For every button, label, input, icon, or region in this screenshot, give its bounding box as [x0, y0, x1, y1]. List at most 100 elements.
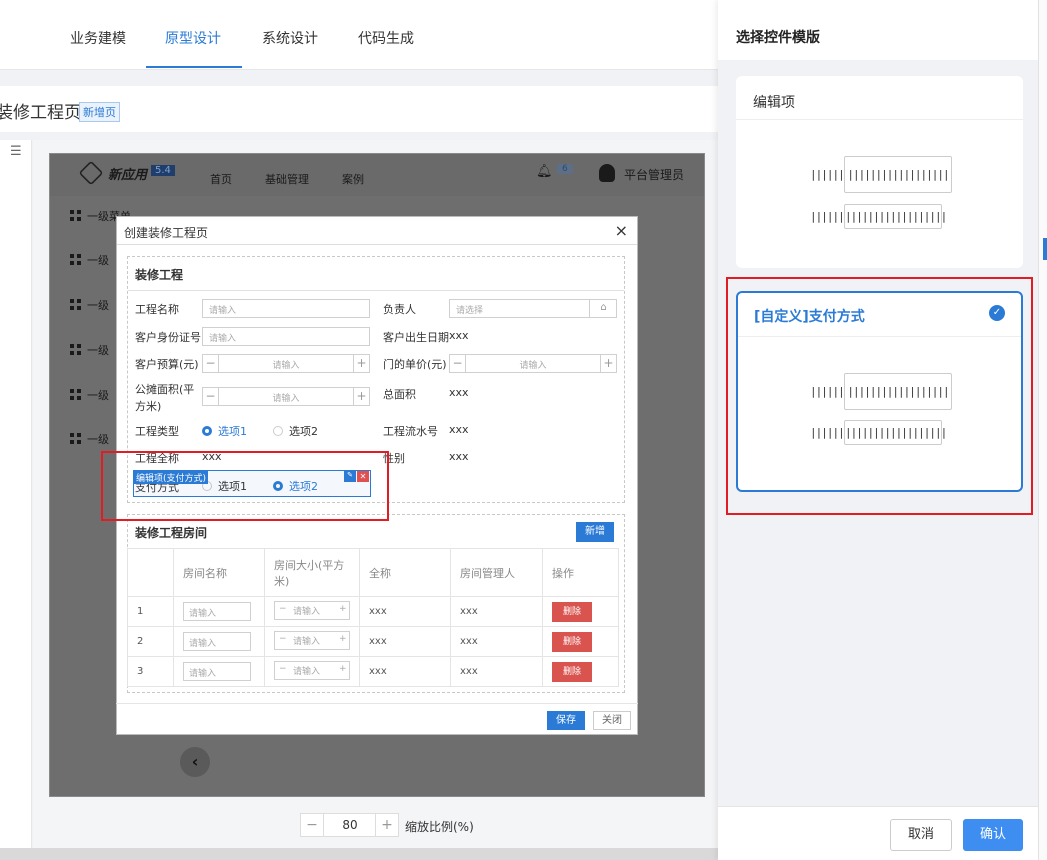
avatar[interactable] — [599, 164, 615, 182]
field-label: 客户预算(元) — [135, 358, 199, 371]
column-header: 房间名称 — [173, 548, 265, 597]
tab-business-modeling[interactable]: 业务建模 — [70, 28, 126, 48]
grid-icon — [70, 210, 81, 221]
radio-checked-icon — [202, 426, 212, 436]
preview-label-placeholder: |||||| — [810, 210, 845, 223]
outline-sidebar: ☰ — [0, 140, 32, 848]
preview-menu-item[interactable]: 一级 — [70, 342, 109, 358]
field-value: xxx — [449, 329, 469, 342]
plus-icon[interactable]: + — [339, 664, 347, 674]
delete-row-button[interactable]: 删除 — [552, 661, 592, 682]
table-header-row: 房间名称 房间大小(平方米) 全称 房间管理人 操作 — [127, 548, 619, 597]
type-radio-option1[interactable]: 选项1 — [202, 423, 247, 439]
room-size-stepper[interactable]: − 请输入 + — [274, 600, 350, 620]
user-name[interactable]: 平台管理员 — [624, 166, 684, 183]
template-picker-panel: 选择控件模版 编辑项 |||||| |||||||||||||||||| |||… — [718, 0, 1038, 860]
cell-fullname: xxx — [359, 626, 451, 657]
field-label: 客户身份证号 — [135, 331, 201, 344]
cancel-button[interactable]: 取消 — [890, 819, 952, 851]
plus-icon[interactable]: + — [600, 355, 616, 372]
field-value: xxx — [449, 450, 469, 463]
field-label: 门的单价(元) — [383, 358, 447, 371]
row-index: 1 — [127, 596, 174, 627]
room-name-input[interactable]: 请输入 — [183, 602, 251, 621]
room-name-input[interactable]: 请输入 — [183, 662, 251, 681]
right-edge-strip — [1038, 0, 1047, 860]
section-title: 装修工程 — [135, 268, 184, 282]
radio-unchecked-icon — [273, 426, 283, 436]
cell-fullname: xxx — [359, 656, 451, 687]
confirm-button[interactable]: 确认 — [963, 819, 1023, 851]
row-index: 3 — [127, 656, 174, 687]
field-label: 客户出生日期 — [383, 331, 449, 344]
close-button[interactable]: 关闭 — [593, 711, 631, 730]
preview-menu-item[interactable]: 一级 — [70, 297, 109, 313]
preview-menu-item[interactable]: 一级 — [70, 252, 109, 268]
page-title: 装修工程页 — [0, 103, 81, 123]
room-size-stepper[interactable]: − 请输入 + — [274, 630, 350, 650]
active-tab-indicator — [146, 66, 242, 68]
field-label: 方米) — [135, 400, 162, 413]
zoom-out-button[interactable]: − — [300, 813, 324, 837]
minus-icon[interactable]: − — [279, 604, 287, 614]
preview-nav-home[interactable]: 首页 — [210, 171, 232, 187]
field-label: 总面积 — [383, 388, 416, 401]
app-name: 新应用 — [108, 168, 148, 183]
plus-icon[interactable]: + — [339, 604, 347, 614]
column-header: 操作 — [542, 548, 619, 597]
preview-nav-cases[interactable]: 案例 — [342, 171, 364, 187]
shared-area-stepper[interactable]: − 请输入 + — [202, 387, 370, 406]
add-room-button[interactable]: 新增 — [576, 522, 614, 542]
delete-row-button[interactable]: 删除 — [552, 631, 592, 652]
collapse-sidebar-button[interactable]: ‹ — [180, 747, 210, 777]
preview-nav-basic[interactable]: 基础管理 — [265, 171, 309, 187]
field-label: 负责人 — [383, 303, 416, 316]
plus-icon[interactable]: + — [353, 388, 369, 405]
field-label: 公摊面积(平 — [135, 383, 195, 396]
zoom-value[interactable]: 80 — [324, 813, 376, 837]
tab-system-design[interactable]: 系统设计 — [262, 28, 318, 48]
room-name-input[interactable]: 请输入 — [183, 632, 251, 651]
rooms-table: 房间名称 房间大小(平方米) 全称 房间管理人 操作 1 请输入 − 请输入 + x… — [127, 548, 619, 687]
tab-prototype-design[interactable]: 原型设计 — [165, 28, 221, 48]
tab-code-generation[interactable]: 代码生成 — [358, 28, 414, 48]
divider — [116, 703, 638, 704]
section-title: 装修工程房间 — [135, 526, 208, 540]
room-size-stepper[interactable]: − 请输入 + — [274, 660, 350, 680]
plus-icon[interactable]: + — [353, 355, 369, 372]
owner-select-icon[interactable]: ⌂ — [589, 299, 617, 318]
template-card-edit-item[interactable]: 编辑项 |||||| |||||||||||||||||| |||||| |||… — [736, 76, 1023, 268]
table-row: 1 请输入 − 请输入 + xxx xxx 删除 — [127, 596, 619, 627]
menu-icon[interactable]: ☰ — [10, 144, 22, 159]
plus-icon[interactable]: + — [339, 634, 347, 644]
close-icon[interactable]: × — [615, 221, 628, 240]
unit-price-stepper[interactable]: − 请输入 + — [449, 354, 617, 373]
minus-icon[interactable]: − — [279, 634, 287, 644]
horizontal-scrollbar[interactable] — [0, 848, 718, 860]
edge-marker — [1043, 238, 1047, 260]
bell-icon[interactable]: 🔔︎ — [536, 164, 553, 179]
field-value: xxx — [449, 386, 469, 399]
type-radio-option2[interactable]: 选项2 — [273, 423, 318, 439]
zoom-in-button[interactable]: + — [375, 813, 399, 837]
budget-stepper[interactable]: − 请输入 + — [202, 354, 370, 373]
field-label: 工程流水号 — [383, 425, 438, 438]
preview-input-placeholder: |||||||||||||||||| — [844, 204, 947, 229]
preview-menu-item[interactable]: 一级 — [70, 387, 109, 403]
field-label: 工程名称 — [135, 303, 179, 316]
zoom-label: 缩放比例(%) — [405, 820, 474, 834]
cell-fullname: xxx — [359, 596, 451, 627]
idcard-input[interactable]: 请输入 — [202, 327, 370, 346]
project-name-input[interactable]: 请输入 — [202, 299, 370, 318]
grid-icon — [70, 254, 81, 265]
cell-manager: xxx — [450, 656, 543, 687]
grid-icon — [70, 433, 81, 444]
save-button[interactable]: 保存 — [547, 711, 585, 730]
panel-header: 选择控件模版 — [718, 0, 1038, 60]
minus-icon[interactable]: − — [279, 664, 287, 674]
highlight-box-selected-field — [101, 451, 389, 521]
delete-row-button[interactable]: 删除 — [552, 601, 592, 622]
preview-menu-item[interactable]: 一级 — [70, 431, 109, 447]
grid-icon — [70, 299, 81, 310]
panel-title: 选择控件模版 — [736, 30, 820, 46]
